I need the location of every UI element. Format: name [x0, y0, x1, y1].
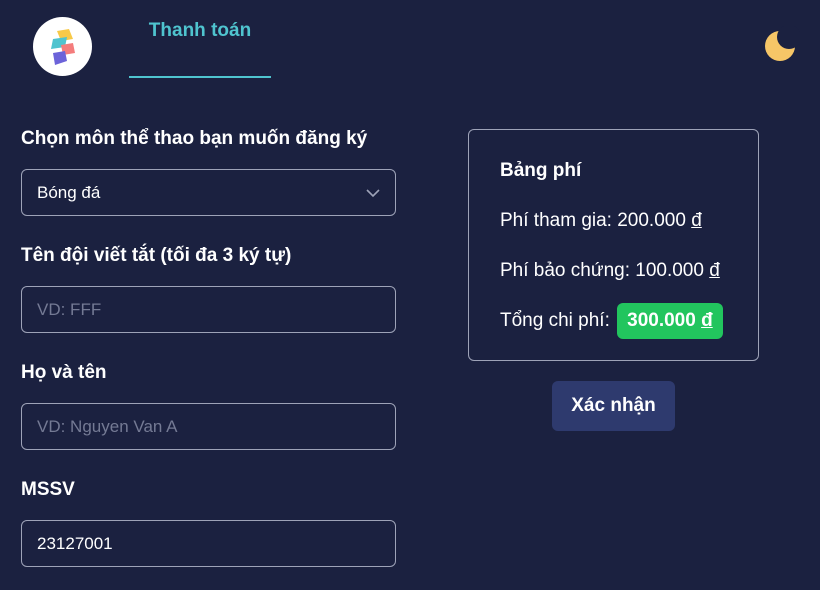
deposit-fee-label: Phí bảo chứng: [500, 260, 636, 281]
total-fee-label: Tổng chi phí: [500, 310, 616, 331]
app-logo-icon [50, 28, 75, 65]
total-fee-amount: 300.000 [627, 310, 696, 331]
total-fee-row: Tổng chi phí: 300.000 đ [500, 303, 723, 339]
team-abbr-input[interactable] [21, 286, 396, 333]
sport-select-value: Bóng đá [37, 182, 101, 202]
total-fee-badge: 300.000 đ [617, 303, 723, 339]
tab-payment-label: Thanh toán [148, 20, 252, 41]
participation-fee-row: Phí tham gia: 200.000 đ [500, 210, 702, 232]
student-id-label: MSSV [21, 479, 75, 500]
participation-fee-label: Phí tham gia: [500, 210, 618, 231]
currency-symbol: đ [709, 260, 720, 281]
full-name-input[interactable] [21, 403, 396, 450]
tab-payment[interactable]: Thanh toán [129, 0, 271, 78]
student-id-input[interactable] [21, 520, 396, 567]
participation-fee-amount: 200.000 [617, 210, 686, 231]
team-abbr-label: Tên đội viết tắt (tối đa 3 ký tự) [21, 245, 292, 266]
theme-toggle-button[interactable] [762, 25, 801, 64]
sport-select[interactable]: Bóng đá [21, 169, 396, 216]
full-name-label: Họ và tên [21, 362, 107, 383]
currency-symbol: đ [691, 210, 702, 231]
deposit-fee-row: Phí bảo chứng: 100.000 đ [500, 260, 720, 282]
sport-label: Chọn môn thể thao bạn muốn đăng ký [21, 128, 368, 149]
chevron-down-icon [366, 188, 380, 197]
tab-active-underline [129, 76, 271, 78]
app-logo[interactable] [33, 17, 92, 76]
moon-icon [765, 25, 801, 61]
deposit-fee-amount: 100.000 [635, 260, 704, 281]
fee-table: Bảng phí Phí tham gia: 200.000 đ Phí bảo… [468, 129, 759, 361]
fee-table-title: Bảng phí [500, 160, 582, 181]
confirm-button[interactable]: Xác nhận [552, 381, 675, 431]
currency-symbol: đ [701, 310, 713, 331]
